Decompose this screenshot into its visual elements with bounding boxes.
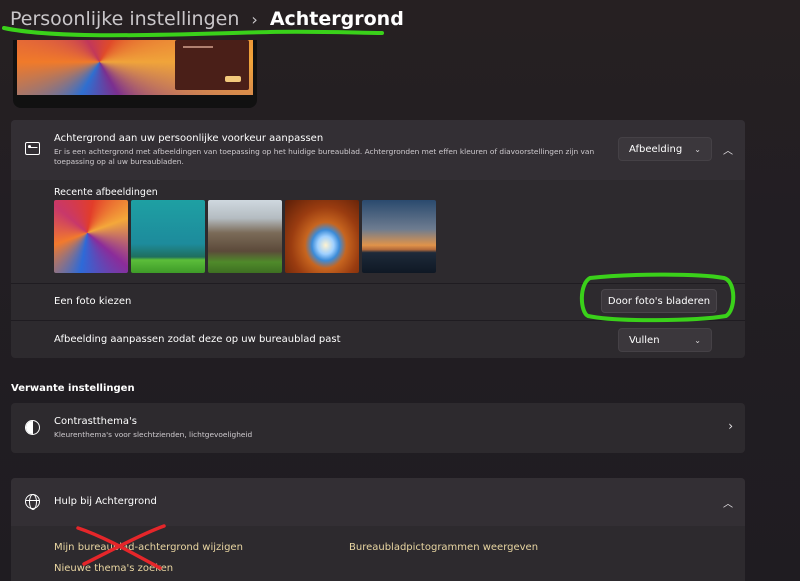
fit-dropdown[interactable]: Vullen ⌄	[618, 328, 712, 352]
recent-image-abstract[interactable]	[54, 200, 128, 273]
recent-images-list	[54, 200, 436, 273]
breadcrumb-parent[interactable]: Persoonlijke instellingen	[10, 8, 239, 30]
recent-images-label: Recente afbeeldingen	[54, 187, 158, 198]
background-type-dropdown[interactable]: Afbeelding ⌄	[618, 137, 712, 161]
fit-label: Afbeelding aanpassen zodat deze op uw bu…	[54, 334, 341, 345]
chevron-down-icon: ⌄	[694, 335, 701, 345]
contrast-themes-row[interactable]: Contrastthema's Kleurenthema's voor slec…	[11, 403, 745, 453]
fit-value: Vullen	[629, 334, 660, 346]
recent-image-grass[interactable]	[131, 200, 205, 273]
chevron-right-icon: ›	[728, 419, 733, 433]
help-link-new-themes[interactable]: Nieuwe thema's zoeken	[54, 563, 173, 574]
contrast-icon	[25, 420, 40, 435]
divider	[11, 320, 745, 321]
help-link-change-background[interactable]: Mijn bureaublad-achtergrond wijzigen	[54, 542, 243, 553]
help-title: Hulp bij Achtergrond	[54, 496, 157, 507]
background-settings-card: Achtergrond aan uw persoonlijke voorkeur…	[11, 120, 745, 358]
background-title: Achtergrond aan uw persoonlijke voorkeur…	[54, 133, 324, 144]
browse-photos-button[interactable]: Door foto's bladeren	[601, 289, 717, 313]
recent-image-ruins[interactable]	[208, 200, 282, 273]
chevron-down-icon: ⌄	[694, 144, 701, 154]
recent-image-arch[interactable]	[285, 200, 359, 273]
desktop-preview	[13, 40, 257, 108]
recent-image-sailboat[interactable]	[362, 200, 436, 273]
page-title: Achtergrond	[269, 8, 404, 30]
divider	[11, 283, 745, 284]
choose-photo-label: Een foto kiezen	[54, 296, 132, 307]
help-card: Hulp bij Achtergrond ︿ Mijn bureaublad-a…	[11, 478, 745, 581]
contrast-title: Contrastthema's	[54, 416, 137, 427]
collapse-chevron-icon[interactable]: ︿	[718, 492, 738, 512]
breadcrumb-separator: ›	[251, 9, 258, 29]
preview-image	[17, 40, 253, 95]
help-link-desktop-icons[interactable]: Bureaubladpictogrammen weergeven	[349, 542, 538, 553]
background-type-value: Afbeelding	[629, 143, 683, 155]
preview-window	[175, 40, 249, 90]
background-header-row: Achtergrond aan uw persoonlijke voorkeur…	[11, 120, 745, 180]
collapse-chevron-icon[interactable]: ︿	[718, 139, 738, 159]
contrast-description: Kleurenthema's voor slechtzienden, licht…	[54, 430, 253, 439]
help-header-row[interactable]: Hulp bij Achtergrond ︿	[11, 478, 745, 526]
related-settings-title: Verwante instellingen	[11, 383, 135, 394]
globe-icon	[25, 494, 40, 510]
breadcrumb: Persoonlijke instellingen › Achtergrond	[10, 4, 404, 34]
background-description: Er is een achtergrond met afbeeldingen v…	[54, 147, 595, 166]
image-icon	[25, 142, 40, 155]
